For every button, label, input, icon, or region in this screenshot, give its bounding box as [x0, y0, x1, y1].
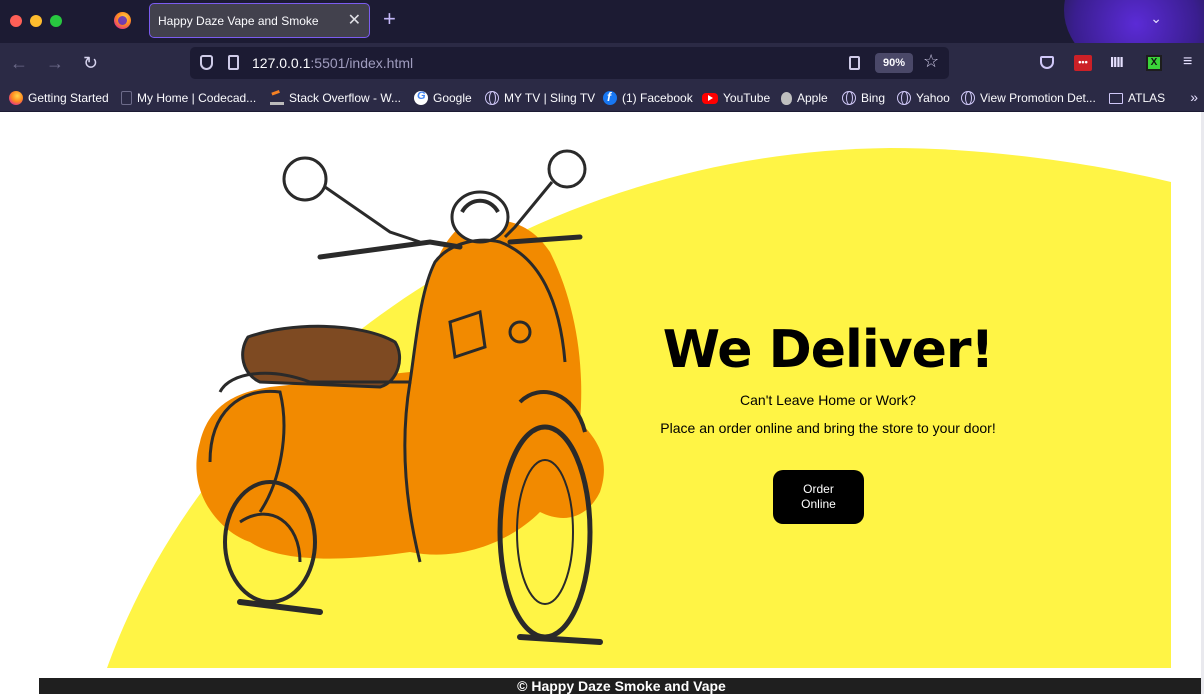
bookmark-item[interactable]: Yahoo — [897, 90, 950, 106]
stackoverflow-icon — [270, 91, 284, 105]
order-button-line2: Online — [801, 497, 836, 511]
firefox-icon — [114, 12, 131, 29]
bookmark-item[interactable]: Bing — [842, 90, 885, 106]
globe-icon — [842, 91, 856, 105]
zoom-level-badge[interactable]: 90% — [875, 53, 913, 73]
bookmark-item[interactable]: (1) Facebook — [603, 90, 693, 106]
footer-copyright: © Happy Daze Smoke and Vape — [517, 678, 726, 694]
page-info-icon[interactable] — [228, 55, 239, 70]
facebook-icon — [603, 90, 617, 105]
maximize-window-button[interactable] — [50, 15, 62, 27]
scooter-right-mirror — [547, 149, 587, 189]
shield-icon[interactable] — [200, 55, 213, 70]
bookmark-item[interactable]: Google — [414, 90, 472, 106]
scooter-ground-shadow — [237, 599, 603, 645]
tab-strip-decoration — [1064, 0, 1204, 43]
page-footer: © Happy Daze Smoke and Vape — [39, 678, 1204, 694]
google-icon — [414, 90, 428, 105]
list-all-tabs-icon[interactable]: ⌄ — [1150, 10, 1162, 27]
url-path: :5501/index.html — [310, 55, 414, 71]
lastpass-icon[interactable]: ••• — [1074, 55, 1092, 71]
pocket-icon[interactable] — [1040, 56, 1054, 69]
hero-tagline: Place an order online and bring the stor… — [660, 420, 996, 436]
bookmark-star-icon[interactable]: ☆ — [923, 51, 939, 72]
bookmark-item[interactable]: Getting Started — [9, 90, 109, 106]
bookmark-label: Google — [433, 91, 472, 105]
browser-tab-strip: Happy Daze Vape and Smoke ✕ + ⌄ — [0, 0, 1204, 43]
bookmark-label: My Home | Codecad... — [137, 91, 257, 105]
bookmarks-toolbar: Getting Started My Home | Codecad... Sta… — [0, 84, 1204, 112]
tab-title: Happy Daze Vape and Smoke — [158, 14, 319, 28]
bookmark-item[interactable]: MY TV | Sling TV — [485, 90, 595, 106]
bookmark-label: ATLAS — [1128, 91, 1166, 105]
scooter-right-mirror-arm — [503, 181, 554, 239]
bookmark-item[interactable]: Stack Overflow - W... — [270, 90, 401, 106]
bookmark-label: (1) Facebook — [622, 91, 693, 105]
youtube-icon — [702, 92, 718, 104]
bookmark-label: Apple — [797, 91, 828, 105]
close-tab-icon[interactable]: ✕ — [348, 10, 361, 30]
bookmark-item[interactable]: View Promotion Det... — [961, 90, 1096, 106]
navigation-toolbar: ← → ↻ 127.0.0.1:5501/index.html 90% ☆ ••… — [0, 43, 1204, 84]
reload-icon[interactable]: ↻ — [83, 53, 98, 73]
url-text[interactable]: 127.0.0.1:5501/index.html — [252, 55, 413, 71]
back-icon[interactable]: ← — [10, 53, 28, 73]
bookmark-label: Yahoo — [916, 91, 950, 105]
forward-icon[interactable]: → — [46, 53, 64, 73]
bookmark-label: MY TV | Sling TV — [504, 91, 596, 105]
hero-subtitle: Can't Leave Home or Work? — [740, 392, 916, 408]
bookmark-item[interactable]: Apple — [781, 90, 828, 106]
bookmark-label: Bing — [861, 91, 886, 105]
extension-x-icon[interactable]: X — [1146, 55, 1162, 71]
close-window-button[interactable] — [10, 15, 22, 27]
scooter-left-mirror-arm — [324, 185, 421, 244]
bookmark-label: YouTube — [723, 91, 771, 105]
globe-icon — [961, 91, 975, 105]
scooter-seat — [241, 324, 401, 389]
url-host: 127.0.0.1 — [252, 55, 311, 71]
bookmark-item[interactable]: ATLAS — [1109, 90, 1165, 106]
more-bookmarks-icon[interactable]: » — [1190, 89, 1198, 105]
bookmark-item[interactable]: My Home | Codecad... — [121, 90, 256, 106]
extension-fence-icon[interactable]: IIII — [1110, 54, 1124, 71]
minimize-window-button[interactable] — [30, 15, 42, 27]
bookmark-label: Stack Overflow - W... — [289, 91, 402, 105]
scooter-left-mirror — [282, 156, 328, 202]
hero-title: We Deliver! — [662, 320, 994, 380]
bookmark-item[interactable]: YouTube — [702, 90, 770, 106]
new-tab-icon[interactable]: + — [383, 8, 396, 30]
firefox-icon — [9, 91, 23, 105]
scooter-illustration — [196, 149, 604, 645]
order-online-button[interactable]: Order Online — [773, 470, 864, 524]
apple-icon — [781, 91, 792, 105]
globe-icon — [485, 91, 499, 105]
page-content: We Deliver! Can't Leave Home or Work? Pl… — [0, 112, 1204, 694]
page-icon — [121, 91, 132, 105]
scooter-body-fill — [196, 220, 604, 559]
reader-view-icon[interactable] — [849, 56, 860, 70]
bookmark-label: View Promotion Det... — [980, 91, 1096, 105]
order-button-line1: Order — [803, 482, 834, 496]
address-bar[interactable]: 127.0.0.1:5501/index.html 90% ☆ — [190, 47, 949, 79]
bookmark-label: Getting Started — [28, 91, 109, 105]
tab-active[interactable]: Happy Daze Vape and Smoke ✕ — [149, 3, 370, 38]
folder-icon — [1109, 92, 1123, 104]
hamburger-menu-icon[interactable]: ≡ — [1183, 53, 1192, 71]
globe-icon — [897, 91, 911, 105]
